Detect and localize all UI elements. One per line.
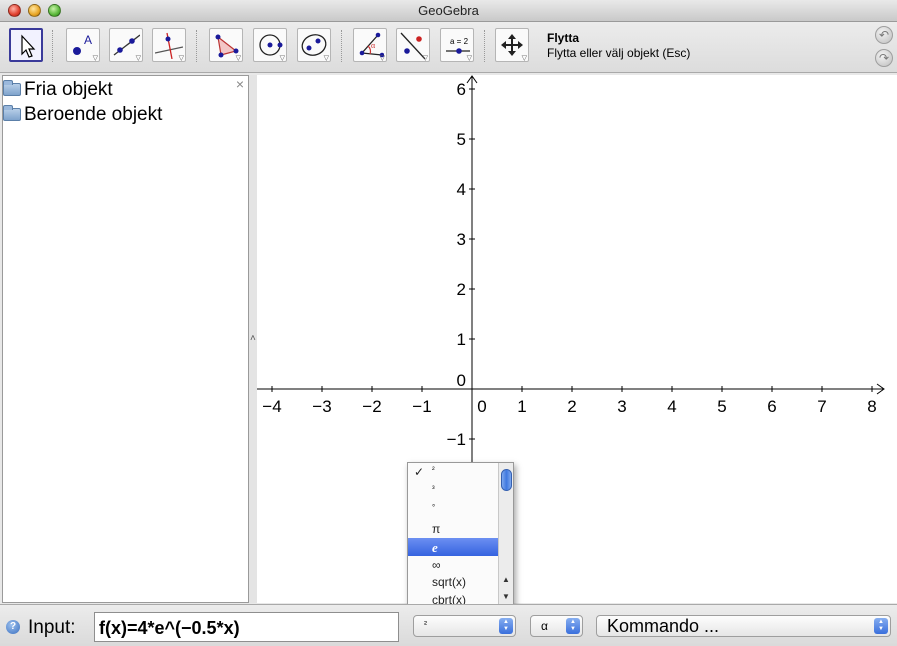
- x-tick-label: 1: [517, 397, 526, 416]
- move-tool-button[interactable]: [9, 28, 43, 62]
- y-tick-label: 4: [457, 180, 466, 199]
- tool-help: Flytta Flytta eller välj objekt (Esc): [547, 31, 690, 60]
- symbol-combo-value: ²: [424, 619, 427, 629]
- symbol-menu-item[interactable]: °: [408, 501, 499, 519]
- y-tick-label: 3: [457, 230, 466, 249]
- checkmark-icon: ✓: [414, 465, 425, 479]
- x-tick-label: 7: [817, 397, 826, 416]
- angle-tool-button[interactable]: α ▽: [353, 28, 387, 62]
- x-tick-label: 2: [567, 397, 576, 416]
- x-tick-label: 5: [717, 397, 726, 416]
- x-tick-label: −1: [412, 397, 431, 416]
- folder-icon: [3, 105, 21, 121]
- toolbar-separator: [52, 30, 53, 62]
- x-tick-label: −4: [262, 397, 281, 416]
- x-tick-label: 0: [477, 397, 486, 416]
- popup-scrollbar-thumb[interactable]: [501, 469, 512, 491]
- undo-button[interactable]: ↶: [875, 26, 893, 44]
- active-tool-name: Flytta: [547, 31, 580, 45]
- input-field[interactable]: f(x)=4*e^(−0.5*x): [94, 612, 399, 642]
- scroll-up-arrow-icon[interactable]: ▲: [502, 575, 510, 584]
- circle-tool-button[interactable]: ▽: [253, 28, 287, 62]
- y-tick-label: 1: [457, 330, 466, 349]
- x-tick-label: 8: [867, 397, 876, 416]
- move-graphics-view-tool-button[interactable]: ▽: [495, 28, 529, 62]
- symbol-menu-item-label: ³: [432, 484, 435, 493]
- folder-label: Beroende objekt: [24, 104, 163, 125]
- combo-arrows-icon: ▲ ▼: [566, 618, 580, 634]
- input-bar: ? Input: f(x)=4*e^(−0.5*x) ² ▲ ▼ α ▲ ▼ Kom…: [0, 604, 897, 646]
- point-tool-button[interactable]: A ▽: [66, 28, 100, 62]
- undo-icon: ↶: [878, 28, 890, 42]
- symbol-menu-item-label: ∞: [432, 558, 441, 572]
- active-tool-help: Flytta eller välj objekt (Esc): [547, 46, 691, 60]
- window-title: GeoGebra: [418, 3, 479, 18]
- combo-arrows-icon: ▲ ▼: [499, 618, 513, 634]
- command-combo-value: Kommando ...: [607, 616, 720, 636]
- algebra-view[interactable]: × Fria objekt Beroende objekt: [2, 75, 249, 603]
- symbol-combo[interactable]: ² ▲ ▼: [413, 615, 516, 637]
- folder-label: Fria objekt: [24, 79, 113, 100]
- reflect-tool-button[interactable]: ▽: [396, 28, 430, 62]
- symbol-menu-item-label: °: [432, 503, 436, 512]
- symbol-menu-item[interactable]: ✓ ²: [408, 463, 499, 481]
- symbol-menu-item[interactable]: π: [408, 520, 499, 538]
- conic-tool-button[interactable]: ▽: [297, 28, 331, 62]
- greek-combo[interactable]: α ▲ ▼: [530, 615, 583, 637]
- symbol-menu-item-label: π: [432, 522, 441, 536]
- toolbar-separator: [341, 30, 342, 62]
- symbol-menu-item[interactable]: sqrt(x): [408, 573, 499, 591]
- x-tick-label: −3: [312, 397, 331, 416]
- greek-combo-value: α: [541, 619, 548, 633]
- x-tick-label: −2: [362, 397, 381, 416]
- folder-icon: [3, 80, 21, 96]
- close-view-icon[interactable]: ×: [236, 76, 244, 92]
- symbol-menu-item[interactable]: ∞: [408, 556, 499, 574]
- toolbar-separator: [196, 30, 197, 62]
- coordinate-axes: −4−3−2−10123456786543210−1−2−3: [257, 75, 885, 603]
- perpendicular-tool-button[interactable]: ▽: [152, 28, 186, 62]
- x-tick-label: 6: [767, 397, 776, 416]
- view-splitter[interactable]: ˄: [249, 75, 257, 603]
- svg-text:α: α: [371, 41, 376, 50]
- command-combo[interactable]: Kommando ... ▲ ▼: [596, 615, 891, 637]
- y-tick-label: −1: [447, 430, 466, 449]
- symbol-menu-item-label: sqrt(x): [432, 575, 466, 589]
- combo-arrows-icon: ▲ ▼: [874, 618, 888, 634]
- symbol-menu-item-label: ²: [432, 465, 435, 474]
- y-tick-label: 2: [457, 280, 466, 299]
- symbol-menu-item[interactable]: e: [408, 538, 499, 556]
- cursor-arrow-icon: [21, 34, 36, 58]
- slider-tool-button[interactable]: a = 2 ▽: [440, 28, 474, 62]
- symbol-menu-item-label: e: [432, 540, 438, 555]
- tree-folder-free-objects[interactable]: Fria objekt: [3, 79, 113, 101]
- splitter-grip-icon: ˄: [250, 333, 256, 344]
- y-tick-label: 0: [457, 371, 466, 390]
- toolbar-separator: [484, 30, 485, 62]
- title-bar: GeoGebra: [0, 0, 897, 22]
- line-tool-button[interactable]: ▽: [109, 28, 143, 62]
- y-tick-label: 5: [457, 130, 466, 149]
- symbol-menu-item[interactable]: ³: [408, 482, 499, 500]
- input-label: Input:: [28, 617, 76, 638]
- redo-button[interactable]: ↷: [875, 49, 893, 67]
- toolbar: A ▽ ▽ ▽ ▽ ▽ ▽ α ▽ ▽ a = 2 ▽ ▽ Flytta Flytta…: [0, 22, 897, 73]
- redo-icon: ↷: [878, 51, 890, 65]
- svg-text:A: A: [84, 33, 92, 47]
- help-icon[interactable]: ?: [6, 620, 20, 634]
- polygon-tool-button[interactable]: ▽: [209, 28, 243, 62]
- y-tick-label: 6: [457, 80, 466, 99]
- x-tick-label: 3: [617, 397, 626, 416]
- x-tick-label: 4: [667, 397, 676, 416]
- tree-folder-dependent-objects[interactable]: Beroende objekt: [3, 104, 162, 126]
- scroll-down-arrow-icon[interactable]: ▼: [502, 592, 510, 601]
- slider-tool-label: a = 2: [450, 37, 469, 46]
- popup-scrollbar[interactable]: ▲ ▼: [498, 463, 513, 608]
- graphics-view[interactable]: −4−3−2−10123456786543210−1−2−3: [257, 75, 897, 603]
- symbol-popup-menu: ✓ ² ³ ° π e ∞ sqrt(x) cbrt(x) ▲ ▼: [407, 462, 514, 609]
